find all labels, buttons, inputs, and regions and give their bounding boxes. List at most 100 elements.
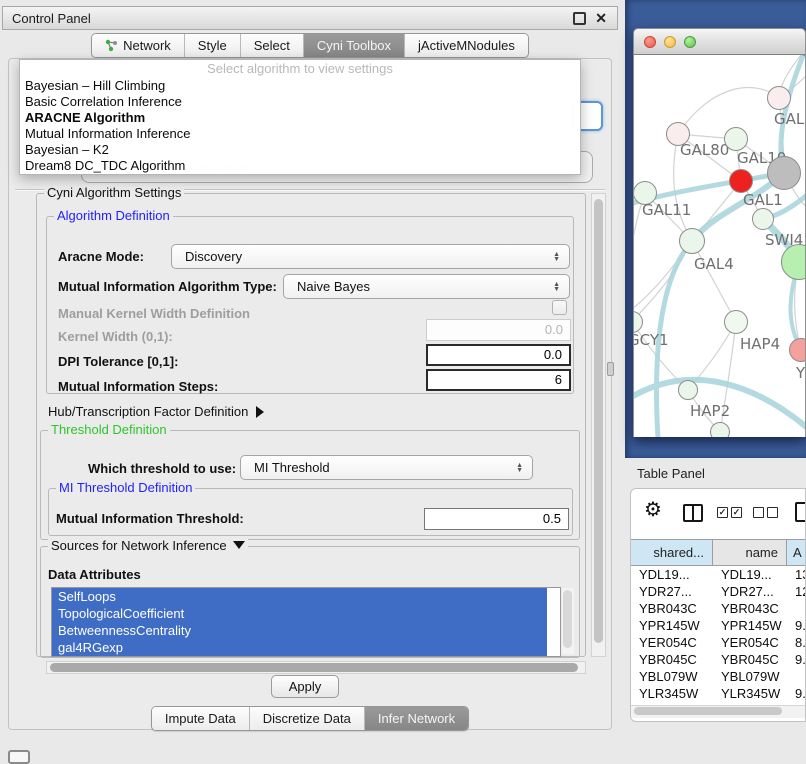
table-cell: YLR345W [631,685,713,702]
table-cell: YDR27... [631,583,713,600]
network-node-y[interactable] [789,338,806,362]
table-row[interactable]: YBR043CYBR043C [631,600,806,617]
table-row[interactable]: YDL19...YDL19...13 [631,566,806,583]
column-header-shared-name[interactable]: shared... [631,540,713,565]
sources-group: Sources for Network Inference Data Attri… [40,546,580,658]
table-horizontal-scrollbar[interactable] [631,705,805,718]
table-row[interactable]: YBR045CYBR045C9. [631,651,806,668]
split-view-icon[interactable] [683,504,703,522]
mi-threshold-field[interactable]: 0.5 [424,508,569,530]
attribute-item[interactable]: SelfLoops [52,588,547,605]
panel-divider-grip[interactable] [607,362,614,376]
network-canvas[interactable]: GALGAL80GAL10GAL1GAL11SWI4GAL4GCY1HAP4YH… [633,55,806,437]
table-cell: YBR043C [631,600,713,617]
scrollbar-thumb[interactable] [594,199,603,643]
attributes-list-scrollbar[interactable] [562,588,574,654]
table-row[interactable]: YER054CYER054C8. [631,634,806,651]
node-label: GAL [774,110,804,128]
mi-threshold-definition-group: MI Threshold Definition Mutual Informati… [48,488,573,536]
scrollbar-thumb[interactable] [50,663,578,672]
deselect-all-columns-icon[interactable] [753,507,778,518]
network-node-gal10[interactable] [724,127,748,151]
mi-threshold-definition-title: MI Threshold Definition [56,480,195,496]
scrollbar-thumb[interactable] [563,590,572,648]
expand-right-icon [256,406,264,418]
table-row[interactable]: YBL079WYBL079W [631,668,806,685]
tab-impute-data[interactable]: Impute Data [152,707,250,730]
float-panel-icon[interactable] [573,12,586,25]
stepper-arrows-icon: ▲▼ [516,463,523,473]
settings-group-title: Cyni Algorithm Settings [44,185,184,201]
network-node-hap2[interactable] [678,380,698,400]
mi-steps-label: Mutual Information Steps: [58,379,218,395]
kernel-width-label: Kernel Width (0,1): [58,329,173,345]
tab-infer-network[interactable]: Infer Network [365,707,468,730]
network-window-titlebar[interactable] [633,28,806,55]
table-row[interactable]: YDR27...YDR27...12 [631,583,806,600]
column-header-partial[interactable]: A [787,540,806,565]
network-node-swi4[interactable] [752,208,774,230]
tab-style[interactable]: Style [185,34,241,57]
control-panel-title: Control Panel [12,11,91,26]
tab-select[interactable]: Select [241,34,304,57]
table-panel-header: Table Panel [625,458,806,488]
which-threshold-combo[interactable]: MI Threshold ▲▼ [240,455,533,480]
table-row[interactable]: YPR145WYPR145W9. [631,617,806,634]
stepper-arrows-icon: ▲▼ [553,282,560,292]
mi-threshold-label: Mutual Information Threshold: [56,511,244,527]
threshold-definition-group: Threshold Definition Which threshold to … [40,430,580,540]
scrollbar-thumb[interactable] [634,707,782,715]
tab-network[interactable]: Network [92,34,185,57]
document-icon[interactable] [795,502,806,522]
select-all-columns-icon[interactable]: ✓✓ [717,507,742,518]
network-node-gal1[interactable] [729,169,753,193]
stepper-arrows-icon: ▲▼ [553,252,560,262]
table-cell: YER054C [713,634,787,651]
algorithm-option[interactable]: Bayesian – K2 [20,142,580,158]
algorithm-option[interactable]: Dream8 DC_TDC Algorithm [20,158,580,174]
attribute-item[interactable]: gal4RGexp [52,639,547,656]
threshold-definition-title: Threshold Definition [48,422,170,438]
minimize-window-icon[interactable] [664,36,676,48]
tab-jactivemnodules[interactable]: jActiveMNodules [405,34,528,57]
settings-vertical-scrollbar[interactable] [591,193,606,657]
network-node-hap4[interactable] [724,310,748,334]
data-attributes-list: SelfLoopsTopologicalCoefficientBetweenne… [51,587,561,657]
close-window-icon[interactable] [644,36,656,48]
gear-icon[interactable]: ⚙ [644,500,662,520]
data-attributes-label: Data Attributes [48,567,141,583]
table-row[interactable]: YLR345WYLR345W9. [631,685,806,702]
top-tab-bar: Network Style Select Cyni Toolbox jActiv… [2,33,618,58]
tab-discretize-data[interactable]: Discretize Data [250,707,365,730]
bottom-tab-bar: Impute Data Discretize Data Infer Networ… [0,706,620,731]
tab-cyni-toolbox[interactable]: Cyni Toolbox [304,34,405,57]
node-label: HAP4 [740,335,780,353]
attribute-item[interactable]: TopologicalCoefficient [52,605,547,622]
sources-group-toggle[interactable]: Sources for Network Inference [48,538,248,554]
network-node-gal[interactable] [767,86,791,110]
mi-steps-field[interactable]: 6 [426,369,571,391]
table-cell: 13 [787,566,806,583]
table-cell: YPR145W [713,617,787,634]
close-panel-icon[interactable]: ✕ [595,11,607,25]
network-node[interactable] [767,156,801,190]
hub-definition-toggle[interactable]: Hub/Transcription Factor Definition [48,404,264,420]
algorithm-option-selected[interactable]: ARACNE Algorithm [20,110,580,126]
manual-kernel-checkbox[interactable] [552,300,567,315]
apply-button[interactable]: Apply [271,675,339,698]
algorithm-option[interactable]: Mutual Information Inference [20,126,580,142]
dpi-tolerance-field[interactable]: 0.0 [426,344,571,366]
attribute-item[interactable]: BetweennessCentrality [52,622,547,639]
mi-algorithm-type-combo[interactable]: Naive Bayes ▲▼ [283,274,570,299]
network-node-gal4[interactable] [679,228,705,254]
zoom-window-icon[interactable] [684,36,696,48]
algorithm-option[interactable]: Bayesian – Hill Climbing [20,78,580,94]
network-node[interactable] [710,422,730,437]
node-label: HAP2 [690,402,730,420]
popup-placeholder: Select algorithm to view settings [20,60,580,78]
column-header-name[interactable]: name [713,540,787,565]
kernel-width-field[interactable]: 0.0 [426,319,571,341]
algorithm-option[interactable]: Basic Correlation Inference [20,94,580,110]
aracne-mode-combo[interactable]: Discovery ▲▼ [171,244,570,269]
settings-horizontal-scrollbar[interactable] [46,661,586,674]
